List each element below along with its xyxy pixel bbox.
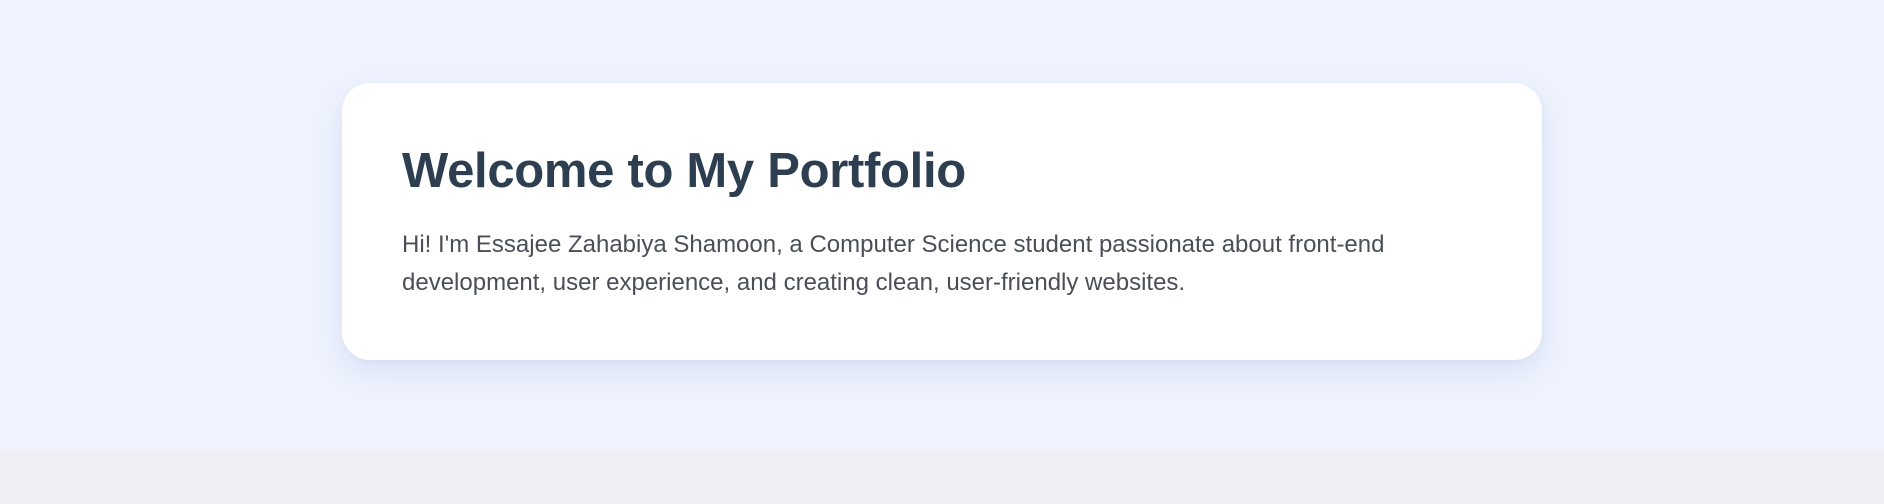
page-title: Welcome to My Portfolio bbox=[402, 144, 966, 198]
lower-section-band bbox=[0, 450, 1884, 504]
intro-paragraph: Hi! I'm Essajee Zahabiya Shamoon, a Comp… bbox=[402, 231, 1385, 296]
welcome-card: Welcome to My Portfolio Hi! I'm Essajee … bbox=[342, 83, 1542, 360]
hero-section: Welcome to My Portfolio Hi! I'm Essajee … bbox=[0, 0, 1884, 450]
